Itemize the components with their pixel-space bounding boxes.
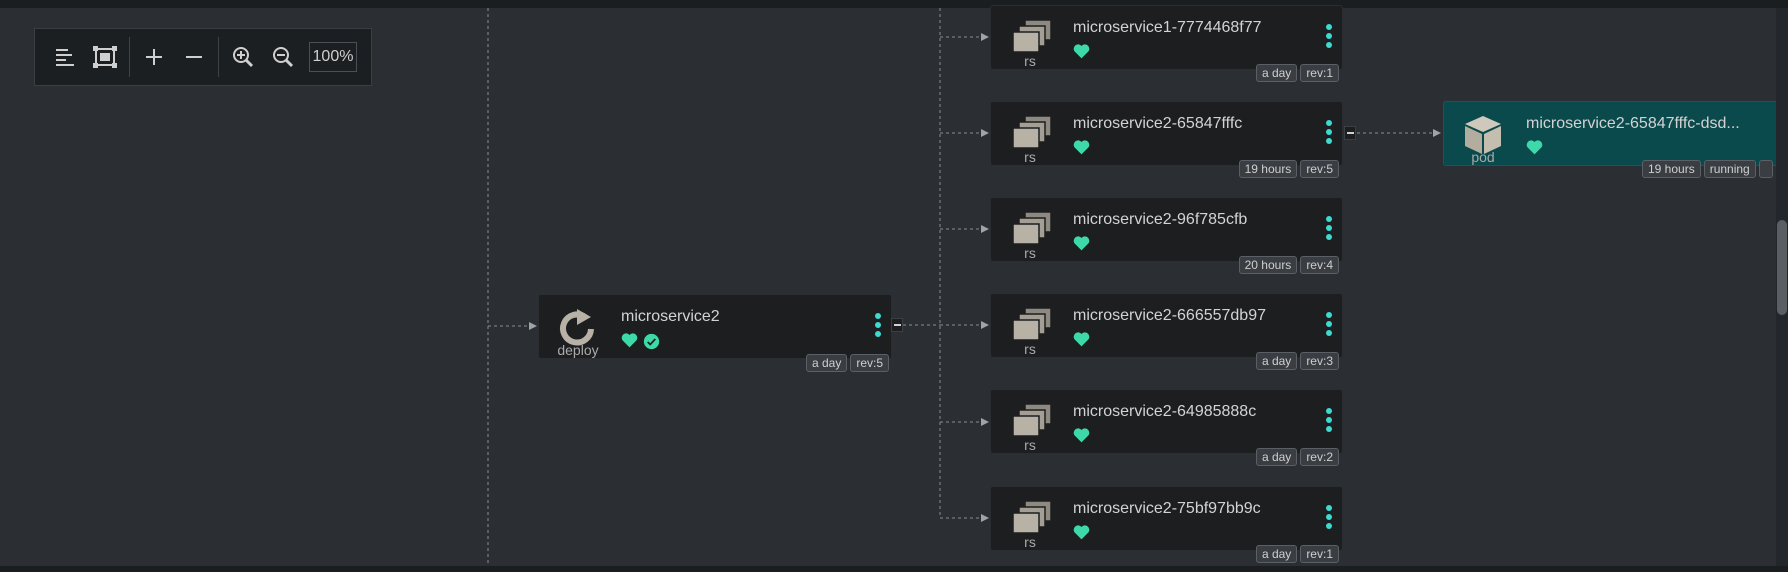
align-left-icon[interactable] [45, 37, 85, 77]
revision-badge: rev:1 [1300, 545, 1339, 563]
node-status [1073, 428, 1090, 443]
pod-node[interactable]: pod microservice2-65847fffc-dsd... [1443, 101, 1781, 166]
collapse-toggle[interactable] [891, 318, 903, 332]
replicaset-node[interactable]: rs microservice2-65847fffc [990, 101, 1343, 166]
node-kind: rs [1024, 341, 1036, 357]
node-status [1073, 44, 1090, 59]
node-status [621, 333, 660, 350]
node-menu-button[interactable] [1326, 24, 1332, 48]
age-badge: a day [1255, 545, 1298, 563]
node-menu-button[interactable] [1326, 505, 1332, 529]
replicaset-node[interactable]: rs microservice2-64985888c [990, 389, 1343, 454]
collapse-toggle[interactable] [1344, 126, 1356, 140]
heart-icon [1073, 44, 1090, 59]
node-name: microservice2-65847fffc-dsd... [1526, 115, 1740, 132]
bottom-bar [0, 566, 1788, 572]
heart-icon [1073, 140, 1090, 155]
fit-screen-icon[interactable] [85, 37, 125, 77]
deploy-node[interactable]: deploy microservice2 [538, 294, 892, 359]
age-badge: a day [1255, 352, 1298, 370]
revision-badge: rev:2 [1300, 448, 1339, 466]
node-menu-button[interactable] [1326, 120, 1332, 144]
replicaset-tags: a day rev:1 [1255, 64, 1339, 82]
node-kind: deploy [557, 342, 599, 358]
check-circle-icon [643, 333, 660, 350]
node-name: microservice1-7774468f77 [1073, 19, 1262, 36]
revision-badge: rev:3 [1300, 352, 1339, 370]
node-name: microservice2-666557db97 [1073, 307, 1266, 324]
node-kind: rs [1024, 149, 1036, 165]
replicaset-tags: a day rev:1 [1255, 545, 1339, 563]
node-kind: rs [1024, 53, 1036, 69]
node-menu-button[interactable] [875, 313, 881, 337]
replicaset-tags: a day rev:3 [1255, 352, 1339, 370]
replicaset-tags: a day rev:2 [1255, 448, 1339, 466]
plus-icon[interactable] [134, 37, 174, 77]
zoom-in-icon[interactable] [223, 37, 263, 77]
pod-status-badge: running [1703, 160, 1756, 178]
heart-icon [621, 333, 638, 348]
age-badge: 19 hours [1238, 160, 1298, 178]
minus-icon[interactable] [174, 37, 214, 77]
heart-icon [1073, 525, 1090, 540]
node-kind: rs [1024, 437, 1036, 453]
heart-icon [1526, 140, 1543, 155]
toolbar-divider [129, 37, 130, 77]
node-name: microservice2-75bf97bb9c [1073, 500, 1261, 517]
replicaset-tags: 19 hours rev:5 [1238, 160, 1339, 178]
deploy-tags: a day rev:5 [806, 354, 890, 372]
node-status [1073, 140, 1090, 155]
age-badge: a day [806, 354, 848, 372]
node-status [1073, 332, 1090, 347]
node-status [1073, 525, 1090, 540]
replicaset-node[interactable]: rs microservice2-96f785cfb [990, 197, 1343, 262]
node-kind: pod [1471, 149, 1495, 165]
age-badge: 20 hours [1238, 256, 1298, 274]
toolbar-divider [218, 37, 219, 77]
node-kind: rs [1024, 245, 1036, 261]
replicaset-node[interactable]: rs microservice2-75bf97bb9c [990, 486, 1343, 551]
revision-badge: rev:5 [850, 354, 890, 372]
node-status [1526, 140, 1543, 155]
age-badge: a day [1255, 448, 1298, 466]
zoom-level[interactable]: 100% [309, 42, 357, 72]
replicaset-node[interactable]: rs microservice1-7774468f77 [990, 5, 1343, 70]
node-menu-button[interactable] [1326, 408, 1332, 432]
node-name: microservice2 [621, 308, 720, 325]
heart-icon [1073, 428, 1090, 443]
revision-badge: rev:4 [1300, 256, 1339, 274]
node-name: microservice2-96f785cfb [1073, 211, 1248, 228]
node-name: microservice2-64985888c [1073, 403, 1257, 420]
node-status [1073, 236, 1090, 251]
node-menu-button[interactable] [1326, 312, 1332, 336]
heart-icon [1073, 332, 1090, 347]
graph-toolbar: 100% [34, 28, 372, 86]
replicaset-node[interactable]: rs microservice2-666557db97 [990, 293, 1343, 358]
node-menu-button[interactable] [1326, 216, 1332, 240]
revision-badge: rev:1 [1300, 64, 1339, 82]
age-badge: a day [1255, 64, 1298, 82]
pod-tags: 19 hours running [1642, 160, 1773, 178]
replicaset-tags: 20 hours rev:4 [1238, 256, 1339, 274]
heart-icon [1073, 236, 1090, 251]
age-badge: 19 hours [1642, 160, 1701, 178]
node-kind: rs [1024, 534, 1036, 550]
node-name: microservice2-65847fffc [1073, 115, 1243, 132]
overflow-badge [1758, 160, 1773, 178]
zoom-out-icon[interactable] [263, 37, 303, 77]
scrollbar-thumb[interactable] [1777, 220, 1787, 315]
revision-badge: rev:5 [1300, 160, 1339, 178]
